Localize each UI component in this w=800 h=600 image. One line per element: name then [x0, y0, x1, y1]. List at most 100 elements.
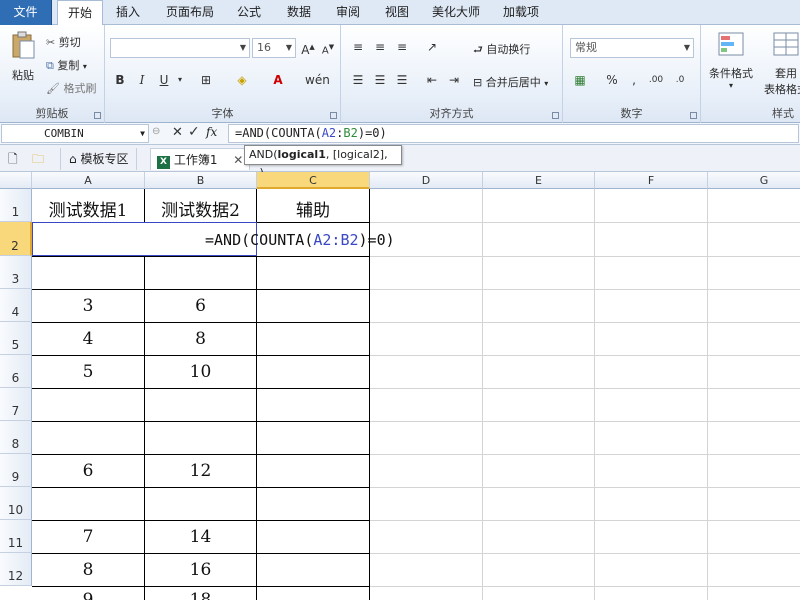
row-header-11[interactable]: 11 — [0, 520, 32, 553]
percent-button[interactable]: % — [603, 71, 621, 89]
column-header-d[interactable]: D — [370, 172, 483, 189]
underline-dropdown[interactable]: ▾ — [171, 71, 189, 89]
format-as-table-button[interactable]: 套用 表格格式 — [761, 31, 800, 97]
cell-a1[interactable]: 测试数据1 — [32, 196, 144, 221]
shrink-font-button[interactable]: A▼ — [319, 38, 337, 56]
row-header-7[interactable]: 7 — [0, 388, 32, 421]
align-right-button[interactable]: ☰ — [393, 71, 411, 89]
bold-button[interactable]: B — [111, 71, 129, 89]
increase-decimal-button[interactable]: .00 — [647, 71, 665, 89]
cell-a4[interactable]: 3 — [32, 296, 144, 316]
font-color-button[interactable]: A — [269, 71, 287, 89]
column-header-b[interactable]: B — [145, 172, 257, 189]
row-header-9[interactable]: 9 — [0, 454, 32, 487]
cell-b12[interactable]: 16 — [145, 560, 256, 580]
cell-b5[interactable]: 8 — [145, 329, 256, 349]
align-bottom-button[interactable]: ≡ — [393, 38, 411, 56]
font-launcher[interactable] — [330, 112, 337, 119]
cell-a6[interactable]: 5 — [32, 362, 144, 382]
row-header-4[interactable]: 4 — [0, 289, 32, 322]
select-all-corner[interactable] — [0, 172, 32, 189]
paste-button[interactable]: 粘贴 — [8, 31, 38, 83]
new-file-icon[interactable]: 🗋 — [8, 148, 18, 170]
cut-button[interactable]: ✂ 剪切 — [46, 34, 81, 50]
currency-button[interactable]: ▦ — [571, 71, 589, 89]
decrease-indent-button[interactable]: ⇤ — [423, 71, 441, 89]
cell-a9[interactable]: 6 — [32, 461, 144, 481]
cell-b11[interactable]: 14 — [145, 527, 256, 547]
name-box-dropdown-icon[interactable]: ▼ — [140, 125, 145, 142]
tab-review[interactable]: 审阅 — [328, 0, 368, 25]
row-header-3[interactable]: 3 — [0, 256, 32, 289]
cell-b9[interactable]: 12 — [145, 461, 256, 481]
tab-file[interactable]: 文件 — [0, 0, 52, 25]
number-launcher[interactable] — [690, 112, 697, 119]
alignment-launcher[interactable] — [552, 112, 559, 119]
italic-button[interactable]: I — [133, 71, 151, 89]
tab-formulas[interactable]: 公式 — [229, 0, 269, 25]
font-size-combo[interactable]: 16 ▼ — [252, 38, 296, 58]
wrap-text-button[interactable]: ⮐ 自动换行 — [473, 41, 530, 60]
close-tab-icon[interactable]: ✕ — [233, 153, 243, 167]
row-header-10[interactable]: 10 — [0, 487, 32, 520]
open-folder-icon[interactable]: 🗀 — [32, 148, 44, 170]
cell-b13[interactable]: 18 — [145, 590, 256, 600]
cell-a13[interactable]: 9 — [32, 590, 144, 600]
row-header-1[interactable]: 1 — [0, 189, 32, 222]
merge-center-button[interactable]: ⊟ 合并后居中 ▾ — [473, 74, 548, 90]
decrease-decimal-button[interactable]: .0 — [671, 71, 689, 89]
column-header-c[interactable]: C — [257, 172, 370, 189]
column-header-a[interactable]: A — [32, 172, 145, 189]
align-left-button[interactable]: ☰ — [349, 71, 367, 89]
column-header-f[interactable]: F — [595, 172, 708, 189]
cell-c2-editing[interactable]: =AND(COUNTA(A2:B2)=0) — [205, 231, 395, 249]
copy-button[interactable]: ⧉ 复制 ▾ — [46, 57, 87, 73]
number-format-combo[interactable]: 常规 ▼ — [570, 38, 694, 58]
template-tab[interactable]: ⌂ 模板专区 — [60, 148, 138, 170]
cell-b1[interactable]: 测试数据2 — [145, 196, 256, 221]
orientation-button[interactable]: ↗ — [423, 38, 441, 56]
cell-a11[interactable]: 7 — [32, 527, 144, 547]
font-name-combo[interactable]: ▼ — [110, 38, 250, 58]
workbook-tab[interactable]: X 工作簿1 ✕ — [150, 148, 251, 170]
insert-function-icon[interactable]: fx — [206, 125, 217, 139]
cell-a5[interactable]: 4 — [32, 329, 144, 349]
align-top-button[interactable]: ≡ — [349, 38, 367, 56]
cell-a12[interactable]: 8 — [32, 560, 144, 580]
row-header-6[interactable]: 6 — [0, 355, 32, 388]
align-center-button[interactable]: ☰ — [371, 71, 389, 89]
increase-indent-button[interactable]: ⇥ — [445, 71, 463, 89]
format-painter-button[interactable]: 🖌 格式刷 — [46, 80, 96, 96]
tab-insert[interactable]: 插入 — [108, 0, 148, 25]
formula-input[interactable]: =AND(COUNTA(A2:B2)=0) — [228, 124, 799, 143]
fill-color-button[interactable]: ◈ — [233, 71, 251, 89]
name-box[interactable]: COMBIN ▼ — [1, 124, 149, 143]
cell-c1[interactable]: 辅助 — [257, 196, 369, 221]
comma-button[interactable]: , — [625, 71, 643, 89]
cancel-icon[interactable]: ✕ — [172, 125, 183, 140]
spreadsheet-grid[interactable]: A B C D E F G 1 2 3 4 5 6 7 8 9 10 11 12 — [0, 172, 800, 600]
row-header-12[interactable]: 12 — [0, 553, 32, 586]
tab-view[interactable]: 视图 — [377, 0, 417, 25]
align-middle-button[interactable]: ≡ — [371, 38, 389, 56]
column-header-g[interactable]: G — [708, 172, 800, 189]
tab-page-layout[interactable]: 页面布局 — [158, 0, 222, 25]
tab-home[interactable]: 开始 — [57, 0, 103, 26]
tab-addins[interactable]: 加载项 — [497, 0, 545, 25]
alignment-group: ≡ ≡ ≡ ↗ ⮐ 自动换行 ☰ ☰ ☰ ⇤ ⇥ ⊟ 合并后居中 ▾ 对齐方式 — [341, 25, 563, 123]
tab-data[interactable]: 数据 — [279, 0, 319, 25]
grow-font-button[interactable]: A▲ — [299, 38, 317, 57]
row-header-2[interactable]: 2 — [0, 222, 32, 256]
cell-b4[interactable]: 6 — [145, 296, 256, 316]
column-header-e[interactable]: E — [483, 172, 595, 189]
row-header-5[interactable]: 5 — [0, 322, 32, 355]
conditional-format-button[interactable]: 条件格式 ▾ — [705, 31, 757, 90]
tooltip-arg1[interactable]: logical1 — [278, 148, 326, 161]
border-button[interactable]: ⊞ — [197, 71, 215, 89]
row-header-8[interactable]: 8 — [0, 421, 32, 454]
tab-beautify[interactable]: 美化大师 — [428, 0, 484, 25]
phonetic-button[interactable]: wén — [305, 71, 330, 89]
clipboard-launcher[interactable] — [94, 112, 101, 119]
enter-check-icon[interactable]: ✓ — [188, 124, 200, 140]
cell-b6[interactable]: 10 — [145, 362, 256, 382]
